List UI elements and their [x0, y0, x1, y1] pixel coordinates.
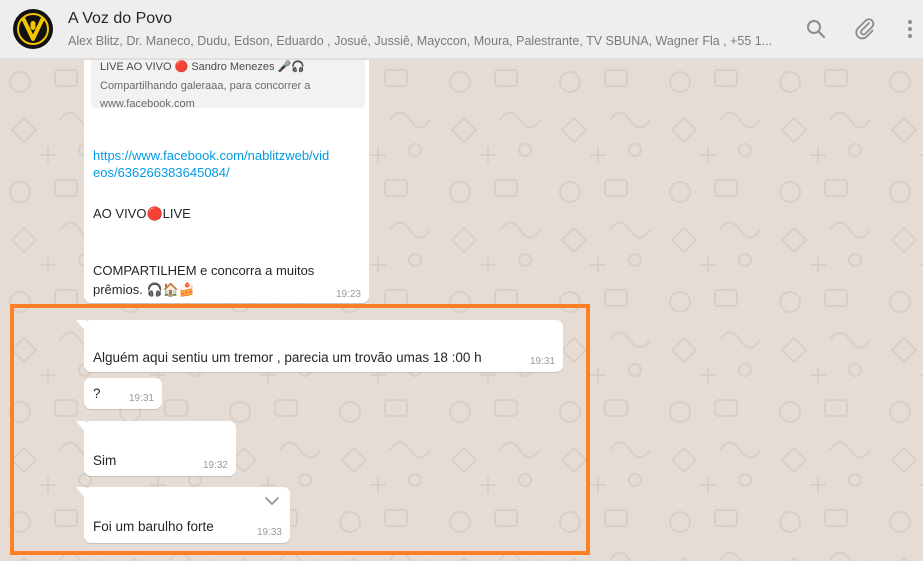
- message-bubble-link-post[interactable]: LIVE AO VIVO 🔴 Sandro Menezes 🎤🎧 Compart…: [84, 60, 369, 303]
- message-text: COMPARTILHEM e concorra a muitos: [93, 263, 315, 278]
- menu-icon[interactable]: [905, 17, 923, 41]
- search-icon[interactable]: [804, 17, 828, 41]
- chat-header: A Voz do Povo Alex Blitz, Dr. Maneco, Du…: [0, 0, 923, 59]
- link-line[interactable]: eos/636266383645084/: [93, 165, 329, 180]
- message-text: AO VIVO🔴LIVE: [93, 206, 191, 221]
- highlight-selection-box: [10, 304, 590, 555]
- attach-icon[interactable]: [853, 17, 877, 41]
- link-preview-card[interactable]: LIVE AO VIVO 🔴 Sandro Menezes 🎤🎧 Compart…: [91, 60, 365, 110]
- group-title[interactable]: A Voz do Povo: [68, 10, 172, 28]
- group-avatar[interactable]: [13, 9, 53, 49]
- message-link[interactable]: https://www.facebook.com/nablitzweb/vid …: [93, 148, 329, 180]
- preview-description: Compartilhando galeraaa, para concorrer …: [100, 80, 311, 92]
- link-line[interactable]: https://www.facebook.com/nablitzweb/vid: [93, 148, 329, 163]
- preview-title: LIVE AO VIVO 🔴 Sandro Menezes 🎤🎧: [100, 61, 305, 73]
- preview-domain: www.facebook.com: [100, 98, 195, 110]
- group-logo-icon: [14, 10, 52, 48]
- message-time: 19:23: [335, 289, 361, 300]
- group-participants[interactable]: Alex Blitz, Dr. Maneco, Dudu, Edson, Edu…: [68, 34, 778, 48]
- message-text: prêmios. 🎧🏠🍰: [93, 282, 196, 297]
